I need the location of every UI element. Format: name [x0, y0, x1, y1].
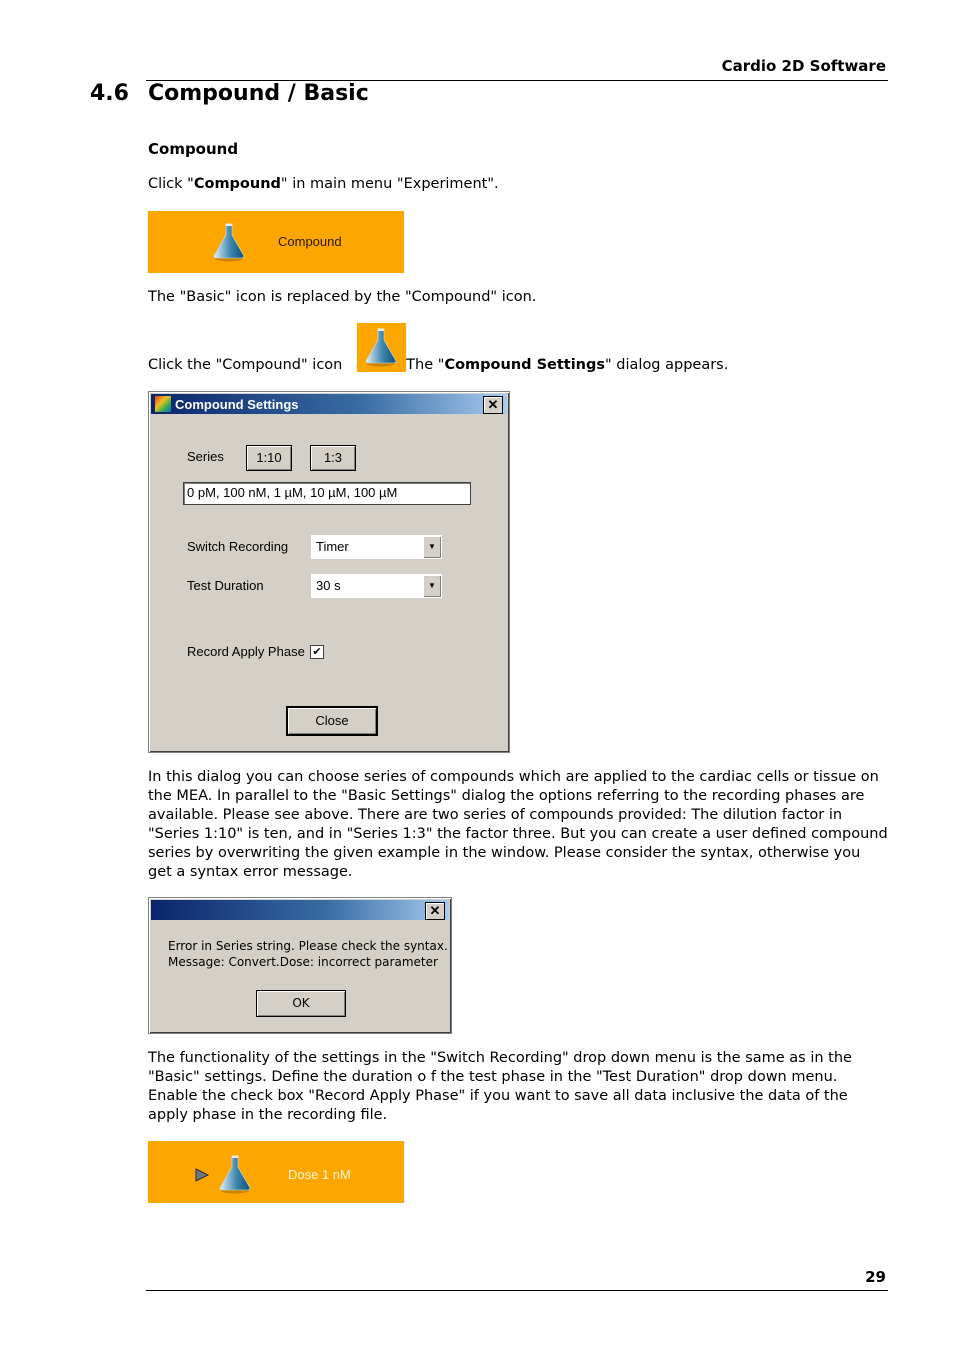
dialog-title: Compound Settings — [175, 396, 299, 412]
step-click-icon: Click the "Compound" icon . The "Compoun… — [148, 357, 729, 373]
series-1-10-button[interactable]: 1:10 — [246, 445, 292, 471]
compound-banner[interactable]: Compound — [148, 211, 404, 273]
series-1-3-button[interactable]: 1:3 — [310, 445, 356, 471]
dialog-titlebar: Compound Settings — [151, 394, 507, 414]
record-apply-phase-label: Record Apply Phase — [187, 644, 305, 659]
close-icon[interactable]: ✕ — [425, 902, 445, 920]
series-label: Series — [187, 449, 224, 464]
chevron-down-icon[interactable]: ▼ — [423, 536, 441, 558]
flask-icon — [212, 222, 246, 262]
running-header: Cardio 2D Software — [721, 57, 886, 75]
dose-banner[interactable]: Dose 1 nM — [148, 1141, 404, 1203]
close-icon[interactable]: ✕ — [483, 396, 503, 414]
series-input[interactable]: 0 pM, 100 nM, 1 µM, 10 µM, 100 µM — [183, 482, 471, 505]
flask-icon — [218, 1154, 252, 1194]
error-titlebar — [151, 900, 449, 920]
dose-banner-label: Dose 1 nM — [288, 1167, 351, 1182]
section-number: 4.6 — [90, 81, 129, 106]
error-message: Error in Series string. Please check the… — [168, 939, 448, 969]
error-dialog: ✕ Error in Series string. Please check t… — [148, 897, 452, 1034]
compound-settings-dialog: Compound Settings ✕ Series 1:10 1:3 0 pM… — [148, 391, 510, 753]
chevron-down-icon[interactable]: ▼ — [423, 575, 441, 597]
flask-icon — [364, 327, 398, 367]
section-title: Compound / Basic — [148, 81, 369, 106]
paragraph-settings-functionality: The functionality of the settings in the… — [148, 1050, 852, 1123]
record-apply-phase-checkbox[interactable]: ✔ — [310, 645, 324, 659]
play-arrow-icon — [195, 1168, 210, 1182]
test-duration-select[interactable]: 30 s ▼ — [310, 573, 443, 599]
step-icon-replaced: The "Basic" icon is replaced by the "Com… — [148, 289, 537, 305]
close-button[interactable]: Close — [286, 706, 378, 736]
step-compound-menu: Click "Compound" in main menu "Experimen… — [148, 176, 499, 192]
ok-button[interactable]: OK — [256, 990, 346, 1017]
compound-banner-label: Compound — [278, 234, 342, 249]
switch-recording-select[interactable]: Timer ▼ — [310, 534, 443, 560]
switch-recording-label: Switch Recording — [187, 539, 289, 554]
paragraph-dialog-description: In this dialog you can choose series of … — [148, 769, 888, 880]
subheading: Compound — [148, 140, 239, 158]
compound-icon-inline[interactable] — [357, 323, 406, 372]
footer-rule — [146, 1290, 888, 1291]
test-duration-label: Test Duration — [187, 578, 264, 593]
app-icon — [155, 396, 171, 412]
page-number: 29 — [865, 1268, 886, 1286]
